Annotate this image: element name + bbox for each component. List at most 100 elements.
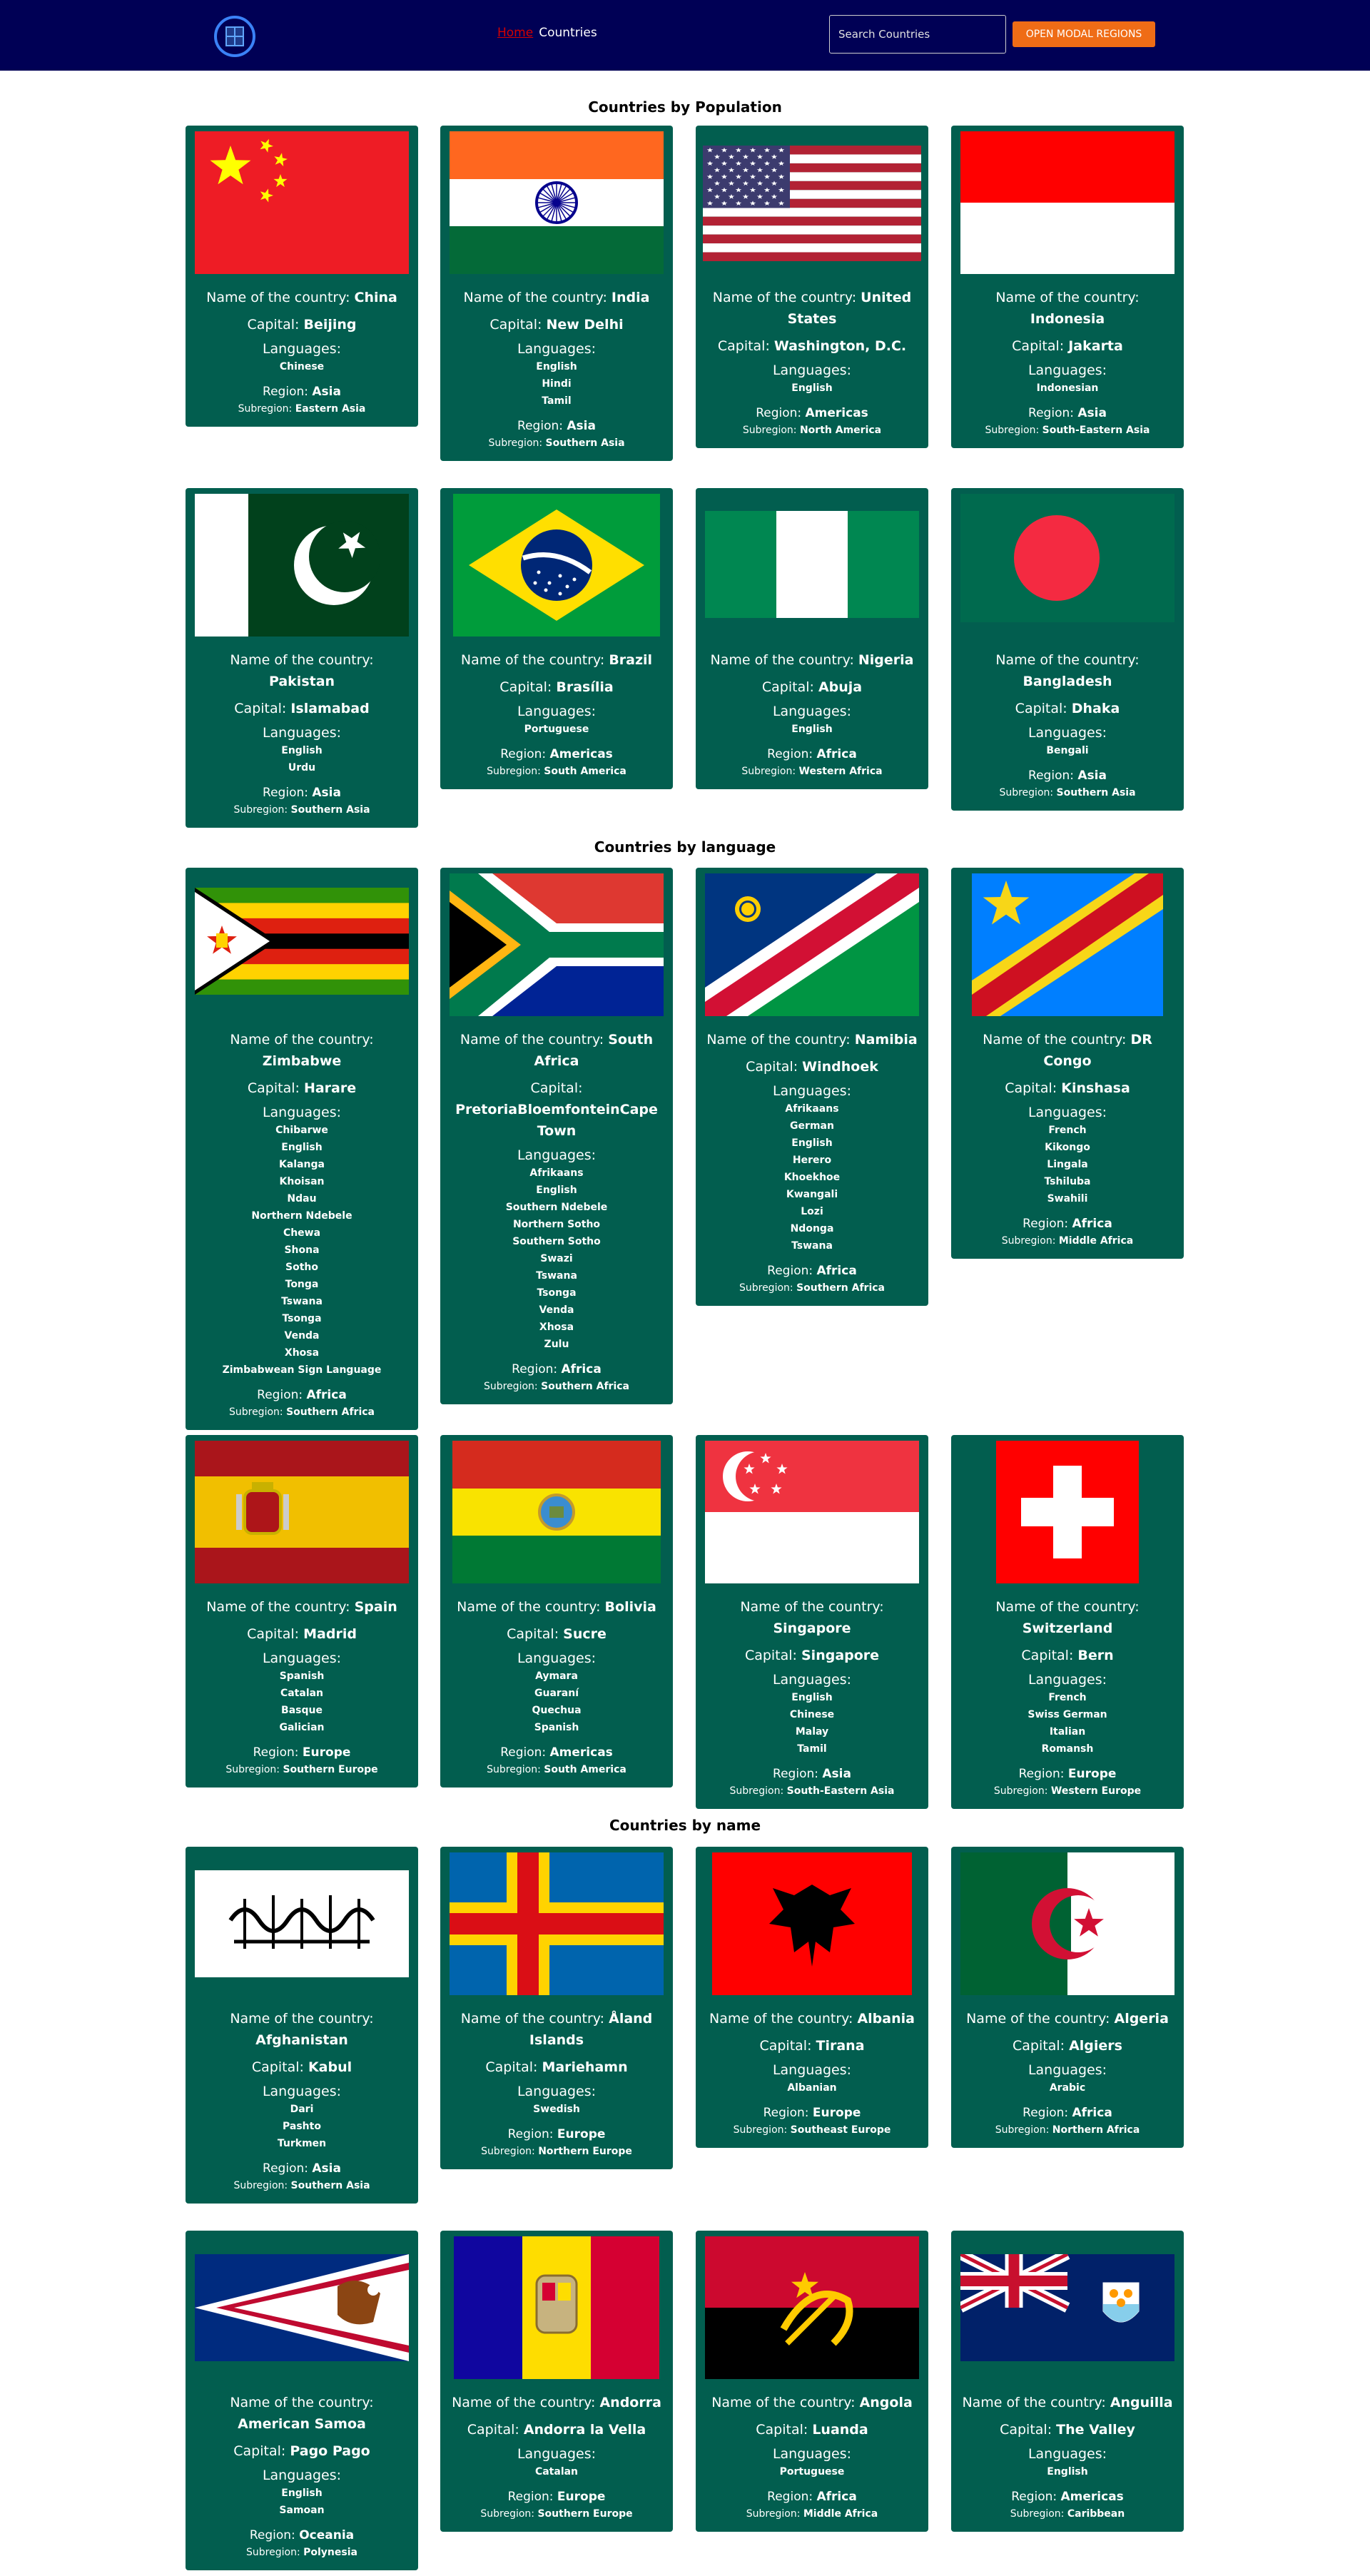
language-item: Basque	[281, 1705, 323, 1716]
languages-label: Languages:	[262, 1105, 342, 1120]
capital-label: Capital:	[746, 1059, 803, 1075]
capital-value: Algiers	[1069, 2038, 1122, 2054]
country-name-line: Name of the country: Pakistan	[186, 649, 418, 692]
region-value: Africa	[306, 1388, 347, 1402]
region-value: Asia	[312, 385, 341, 399]
country-card[interactable]: Name of the country: Afghanistan Capital:…	[186, 1847, 418, 2204]
capital-line: Capital: Sucre	[440, 1623, 673, 1645]
capital-label: Capital:	[247, 1626, 304, 1642]
country-card[interactable]: Name of the country: China Capital: Beiji…	[186, 126, 418, 427]
country-card[interactable]: Name of the country: Spain Capital: Madri…	[186, 1435, 418, 1788]
subregion-label: Subregion:	[487, 766, 544, 777]
region-line: Region: Africa	[696, 2488, 928, 2506]
name-label: Name of the country:	[230, 652, 374, 668]
name-label: Name of the country:	[230, 2395, 374, 2410]
subregion-value: Northern Europe	[538, 2146, 632, 2157]
globe-logo-icon[interactable]	[213, 14, 257, 59]
country-card[interactable]: Name of the country: India Capital: New D…	[440, 126, 673, 461]
subregion-value: Middle Africa	[1058, 1235, 1134, 1247]
country-card[interactable]: Name of the country: American Samoa Capit…	[186, 2231, 418, 2570]
country-card[interactable]: Name of the country: Andorra Capital: And…	[440, 2231, 673, 2532]
capital-value: Tirana	[816, 2038, 865, 2054]
language-item: Hindi	[542, 378, 572, 390]
region-label: Region:	[263, 786, 313, 800]
language-item: English	[536, 1185, 577, 1196]
country-card[interactable]: Name of the country: Anguilla Capital: Th…	[951, 2231, 1184, 2532]
region-value: Africa	[561, 1362, 602, 1376]
country-card[interactable]: Name of the country: Pakistan Capital: Is…	[186, 488, 418, 828]
country-card[interactable]: Name of the country: Singapore Capital: S…	[696, 1435, 928, 1809]
country-card[interactable]: Name of the country: Åland Islands Capita…	[440, 1847, 673, 2169]
usa-flag-icon	[696, 126, 928, 274]
language-item: Spanish	[534, 1722, 579, 1733]
country-card[interactable]: Name of the country: Bolivia Capital: Suc…	[440, 1435, 673, 1788]
language-item: Arabic	[1049, 2082, 1086, 2094]
open-modal-regions-button[interactable]: OPEN MODAL REGIONS	[1013, 21, 1155, 47]
afghanistan-flag-icon	[186, 1847, 418, 1995]
country-name-line: Name of the country: Åland Islands	[440, 2008, 673, 2051]
capital-value: Mariehamn	[542, 2059, 628, 2075]
subregion-line: Subregion: Southern Africa	[440, 1379, 673, 1394]
capital-label: Capital:	[744, 1648, 801, 1663]
region-value: Africa	[1072, 1217, 1112, 1231]
language-item: Afrikaans	[785, 1103, 839, 1115]
country-card[interactable]: Name of the country: Albania Capital: Tir…	[696, 1847, 928, 2148]
country-name-line: Name of the country: Angola	[696, 2392, 928, 2413]
capital-label: Capital:	[489, 317, 547, 333]
country-card[interactable]: Name of the country: Namibia Capital: Win…	[696, 868, 928, 1306]
capital-line: Capital: Kinshasa	[951, 1077, 1184, 1099]
region-line: Region: Asia	[186, 382, 418, 401]
capital-label: Capital:	[233, 2443, 290, 2459]
languages-list: Dari Pashto Turkmen	[186, 2101, 418, 2152]
languages-label: Languages:	[1028, 362, 1107, 378]
country-card[interactable]: Name of the country: Algeria Capital: Alg…	[951, 1847, 1184, 2148]
country-name-line: Name of the country: DR Congo	[951, 1029, 1184, 1072]
capital-label: Capital:	[1012, 338, 1069, 354]
language-item: English	[281, 745, 323, 756]
language-item: Urdu	[288, 762, 316, 774]
country-card[interactable]: Name of the country: DR Congo Capital: Ki…	[951, 868, 1184, 1259]
country-card[interactable]: Name of the country: Switzerland Capital:…	[951, 1435, 1184, 1809]
language-item: Tswana	[791, 1240, 833, 1252]
country-card[interactable]: Name of the country: Zimbabwe Capital: Ha…	[186, 868, 418, 1430]
region-line: Region: Europe	[440, 2125, 673, 2144]
region-label: Region:	[767, 2490, 817, 2504]
capital-label: Capital:	[234, 701, 291, 716]
country-card[interactable]: Name of the country: United States Capita…	[696, 126, 928, 448]
bangladesh-flag-icon	[951, 488, 1184, 637]
country-card[interactable]: Name of the country: Nigeria Capital: Abu…	[696, 488, 928, 789]
region-line: Region: Asia	[951, 766, 1184, 785]
subregion-value: South America	[544, 766, 626, 777]
languages-label: Languages:	[772, 362, 852, 378]
nav-home-link[interactable]: Home	[497, 26, 533, 40]
language-item: Quechua	[532, 1705, 582, 1716]
language-item: Swazi	[540, 1253, 573, 1264]
subregion-value: South America	[544, 1764, 626, 1775]
country-name: Singapore	[773, 1621, 851, 1636]
capital-label: Capital:	[1021, 1648, 1078, 1663]
nav-countries-link[interactable]: Countries	[539, 26, 597, 40]
americansamoa-flag-icon	[186, 2231, 418, 2379]
namibia-flag-icon	[696, 868, 928, 1016]
region-line: Region: Europe	[951, 1765, 1184, 1783]
language-item: English	[791, 1692, 833, 1703]
languages-list: Catalan	[440, 2463, 673, 2480]
subregion-line: Subregion: Southern Asia	[440, 435, 673, 451]
language-item: Shona	[284, 1244, 320, 1256]
country-card[interactable]: Name of the country: South Africa Capital…	[440, 868, 673, 1404]
languages-list: Portuguese	[696, 2463, 928, 2480]
search-input[interactable]	[829, 15, 1006, 54]
language-item: Swahili	[1047, 1193, 1088, 1205]
country-name: Bolivia	[604, 1599, 656, 1615]
capital-label: Capital:	[499, 679, 557, 695]
country-card[interactable]: Name of the country: Bangladesh Capital: …	[951, 488, 1184, 811]
region-line: Region: Americas	[951, 2488, 1184, 2506]
country-card[interactable]: Name of the country: Angola Capital: Luan…	[696, 2231, 928, 2532]
country-card[interactable]: Name of the country: Indonesia Capital: J…	[951, 126, 1184, 448]
country-name: China	[354, 290, 397, 305]
country-card[interactable]: Name of the country: Brazil Capital: Bras…	[440, 488, 673, 789]
region-label: Region:	[1018, 1767, 1068, 1781]
languages-list: English	[696, 380, 928, 397]
name-label: Name of the country:	[712, 290, 861, 305]
subregion-line: Subregion: Southern Europe	[186, 1762, 418, 1778]
